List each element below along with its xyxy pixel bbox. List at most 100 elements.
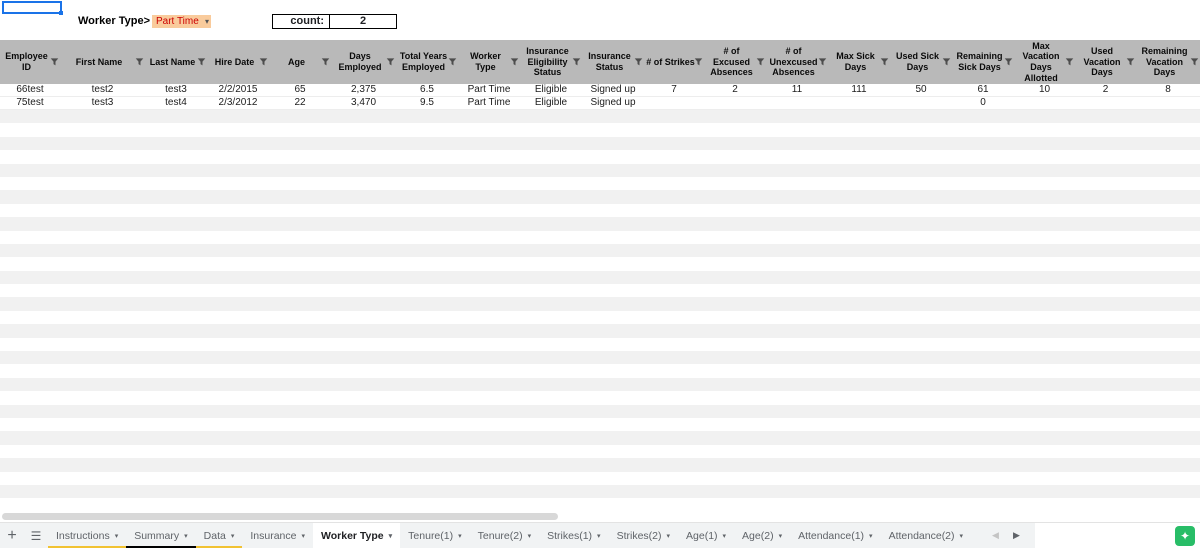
cell[interactable]: 0 [952,97,1014,109]
tab-scroll-right-icon[interactable]: ▶ [1006,530,1027,541]
cell[interactable]: 3,470 [331,97,396,109]
tab-dropdown-icon[interactable]: ▾ [779,532,783,540]
selected-cell[interactable] [2,1,63,15]
filter-icon[interactable] [259,58,268,67]
column-header-insurance-eligibility-status[interactable]: Insurance Eligibility Status [520,40,582,84]
empty-row[interactable] [0,230,1200,244]
sheet-tab-tenure-2[interactable]: Tenure(2) ▾ [470,523,539,548]
filter-icon[interactable] [634,58,643,67]
tab-dropdown-icon[interactable]: ▾ [302,532,306,540]
add-sheet-button[interactable]: + [0,523,24,548]
cell[interactable]: 8 [1136,84,1200,96]
empty-row[interactable] [0,377,1200,392]
sheet-tab-insurance[interactable]: Insurance ▾ [242,523,313,548]
cell[interactable]: 7 [644,84,704,96]
column-header-employee-id[interactable]: Employee ID [0,40,60,84]
sheet-tab-attendance-1[interactable]: Attendance(1) ▾ [790,523,880,548]
cell[interactable]: 2/3/2012 [207,97,269,109]
filter-icon[interactable] [135,58,144,67]
empty-row[interactable] [0,351,1200,365]
empty-row[interactable] [0,444,1200,459]
column-header-max-sick-days[interactable]: Max Sick Days [828,40,890,84]
cell[interactable]: Eligible [520,84,582,96]
column-header-used-sick-days[interactable]: Used Sick Days [890,40,952,84]
cell[interactable]: 2 [704,84,766,96]
cell[interactable]: test3 [145,84,207,96]
cell[interactable]: Part Time [458,97,520,109]
filter-icon[interactable] [386,58,395,67]
sheet-tab-age-1[interactable]: Age(1) ▾ [678,523,734,548]
empty-row[interactable] [0,203,1200,218]
sheet-tab-summary[interactable]: Summary ▾ [126,523,196,548]
cell[interactable]: 2,375 [331,84,396,96]
cell[interactable]: 2 [1075,84,1136,96]
column-header-days-employed[interactable]: Days Employed [331,40,396,84]
empty-row[interactable] [0,217,1200,231]
empty-row[interactable] [0,297,1200,311]
tab-dropdown-icon[interactable]: ▾ [231,532,235,540]
cell[interactable]: Eligible [520,97,582,109]
cell[interactable] [644,97,704,109]
tab-dropdown-icon[interactable]: ▾ [960,532,964,540]
all-sheets-button[interactable]: ☰ [24,523,48,548]
explore-button[interactable]: ✦ [1175,525,1195,546]
cell[interactable]: 22 [269,97,331,109]
worker-type-filter-label[interactable]: Worker Type> [62,15,150,28]
cell[interactable]: 11 [766,84,828,96]
filter-icon[interactable] [197,58,206,67]
cell[interactable] [704,97,766,109]
filter-icon[interactable] [942,58,951,67]
cell[interactable]: test4 [145,97,207,109]
empty-row[interactable] [0,364,1200,378]
cell[interactable]: Signed up [582,84,644,96]
cell[interactable]: Signed up [582,97,644,109]
filter-icon[interactable] [1004,58,1013,67]
tab-dropdown-icon[interactable]: ▾ [597,532,601,540]
worker-type-dropdown[interactable]: Part Time ▾ [152,15,211,28]
sheet-tab-worker-type[interactable]: Worker Type ▾ [313,522,401,548]
cell[interactable]: 2/2/2015 [207,84,269,96]
column-header-max-vacation-days-allotted[interactable]: Max Vacation Days Allotted [1014,40,1075,84]
sheet-tab-age-2[interactable]: Age(2) ▾ [734,523,790,548]
filter-icon[interactable] [756,58,765,67]
empty-row[interactable] [0,324,1200,338]
sheet-tab-tenure-1[interactable]: Tenure(1) ▾ [400,523,469,548]
tab-dropdown-icon[interactable]: ▾ [115,532,119,540]
filter-icon[interactable] [1065,58,1074,67]
empty-row[interactable] [0,417,1200,432]
cell[interactable]: 61 [952,84,1014,96]
count-label-cell[interactable]: count: [272,14,330,29]
empty-row[interactable] [0,257,1200,271]
empty-row[interactable] [0,337,1200,352]
sheet-tab-attendance-2[interactable]: Attendance(2) ▾ [881,523,971,548]
empty-row[interactable] [0,284,1200,298]
filter-icon[interactable] [880,58,889,67]
filter-icon[interactable] [50,58,59,67]
filter-icon[interactable] [510,58,519,67]
count-value-cell[interactable]: 2 [329,14,397,29]
sheet-tab-strikes-2[interactable]: Strikes(2) ▾ [609,523,678,548]
tab-dropdown-icon[interactable]: ▾ [667,532,671,540]
empty-row[interactable] [0,391,1200,405]
cell[interactable]: Part Time [458,84,520,96]
cell[interactable] [766,97,828,109]
empty-row[interactable] [0,123,1200,137]
tab-dropdown-icon[interactable]: ▾ [869,532,873,540]
empty-row[interactable] [0,484,1200,499]
column-header-last-name[interactable]: Last Name [145,40,207,84]
filter-icon[interactable] [572,58,581,67]
horizontal-scrollbar-thumb[interactable] [2,513,558,520]
cell[interactable]: 111 [828,84,890,96]
tab-dropdown-icon[interactable]: ▾ [528,532,532,540]
empty-row[interactable] [0,270,1200,285]
sheet-tab-instructions[interactable]: Instructions ▾ [48,523,127,548]
empty-row[interactable] [0,136,1200,151]
tab-dropdown-icon[interactable]: ▾ [723,532,727,540]
column-header-insurance-status[interactable]: Insurance Status [582,40,644,84]
tab-dropdown-icon[interactable]: ▾ [184,532,188,540]
column-header-worker-type[interactable]: Worker Type [458,40,520,84]
empty-row[interactable] [0,110,1200,124]
tab-scroll-left-icon[interactable]: ◀ [985,530,1006,541]
cell[interactable]: 75test [0,97,60,109]
cell[interactable] [1014,97,1075,109]
